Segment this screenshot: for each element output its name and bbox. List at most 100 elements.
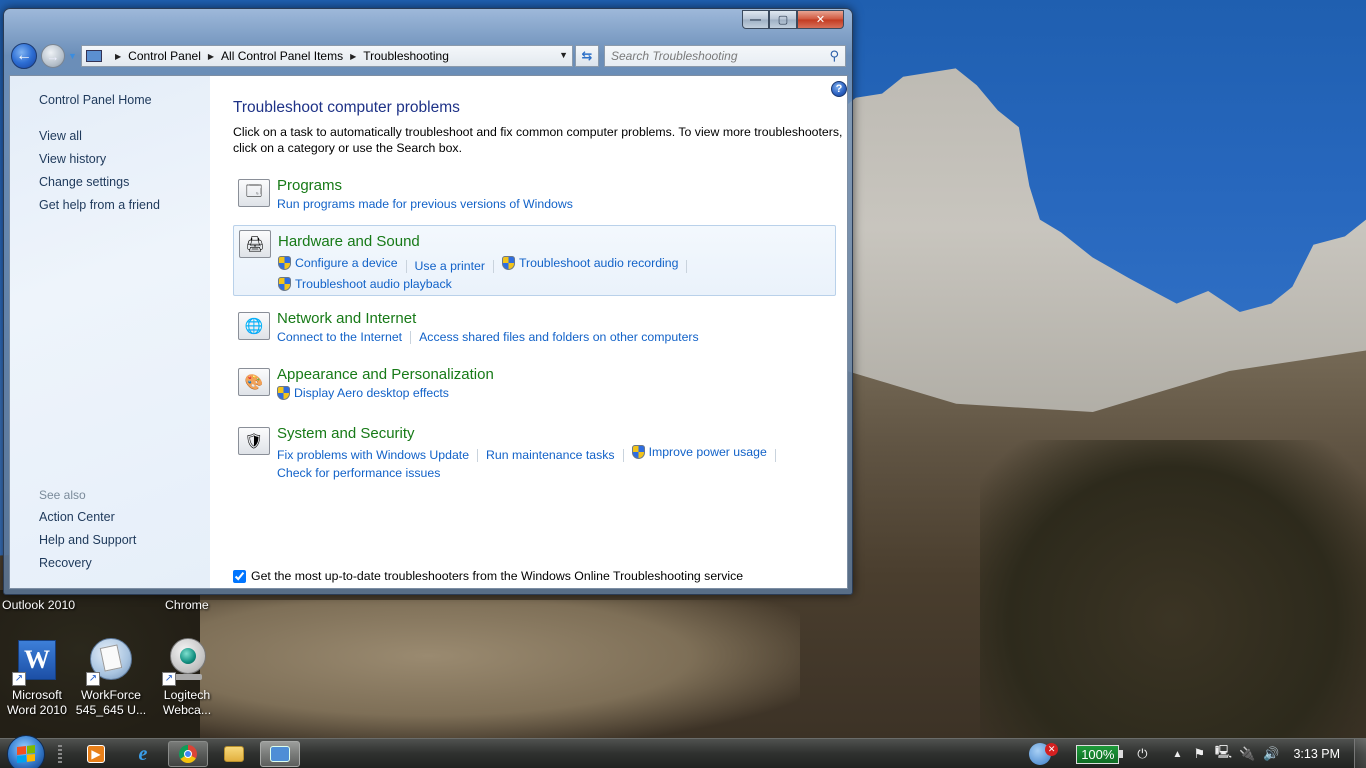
online-troubleshooting-option[interactable]: Get the most up-to-date troubleshooters … xyxy=(233,569,743,583)
search-icon[interactable]: ⚲ xyxy=(829,48,839,64)
task-separator xyxy=(477,449,479,463)
internet-explorer-icon: e xyxy=(138,742,148,765)
error-badge-icon: ✕ xyxy=(1045,743,1059,756)
back-button[interactable]: ← xyxy=(11,43,37,69)
help-button[interactable]: ? xyxy=(831,81,847,97)
chrome-icon xyxy=(179,745,197,763)
wallpaper-meadow xyxy=(180,600,800,738)
taskbar-grip[interactable] xyxy=(58,745,62,763)
control-panel-icon xyxy=(86,50,102,62)
action-center-flag-icon[interactable]: ⚑ xyxy=(1187,746,1211,762)
back-arrow-icon: ← xyxy=(16,47,32,64)
category-title-programs[interactable]: Programs xyxy=(277,177,342,194)
sidebar-link-view-history[interactable]: View history xyxy=(39,152,106,166)
power-status-icon[interactable]: 🔌 xyxy=(1235,746,1259,762)
show-desktop-button[interactable] xyxy=(1354,739,1366,768)
uac-shield-icon xyxy=(631,445,645,459)
taskbar-chrome[interactable] xyxy=(168,741,208,767)
breadcrumb-separator-icon[interactable]: ▶ xyxy=(115,52,121,61)
window-content: Control Panel Home View all View history… xyxy=(9,75,848,589)
workforce-icon: ↗ xyxy=(86,638,134,686)
sidebar-link-help-and-support[interactable]: Help and Support xyxy=(39,533,136,547)
category-hardware-and-sound: 🖨 Hardware and Sound Configure a device U… xyxy=(233,225,836,296)
breadcrumb-control-panel[interactable]: Control Panel xyxy=(128,49,201,63)
minimize-button[interactable]: — xyxy=(742,10,769,29)
sidebar-link-get-help-from-a-friend[interactable]: Get help from a friend xyxy=(39,198,160,212)
network-internet-icon[interactable]: 🌐 xyxy=(238,312,270,340)
search-box[interactable]: ⚲ xyxy=(604,45,846,67)
desktop-icon-logitech[interactable]: ↗ Logitech Webca... xyxy=(149,638,225,718)
task-link-connect-to-the-internet[interactable]: Connect to the Internet xyxy=(277,328,402,346)
media-player-icon: ▶ xyxy=(87,745,105,763)
category-title-system-and-security[interactable]: System and Security xyxy=(277,425,415,442)
sidebar-link-action-center[interactable]: Action Center xyxy=(39,510,115,524)
address-bar[interactable]: ▶ Control Panel ▶ All Control Panel Item… xyxy=(81,45,573,67)
breadcrumb-separator-icon[interactable]: ▶ xyxy=(350,52,356,61)
refresh-button[interactable]: ⇆ xyxy=(575,45,599,67)
maximize-button[interactable]: ▢ xyxy=(769,10,797,29)
desktop-icon-workforce[interactable]: ↗ WorkForce 545_645 U... xyxy=(73,638,149,718)
sidebar-link-change-settings[interactable]: Change settings xyxy=(39,175,129,189)
address-history-dropdown-icon[interactable]: ▼ xyxy=(559,50,568,60)
task-link-run-maintenance-tasks[interactable]: Run maintenance tasks xyxy=(486,446,615,464)
uac-shield-icon xyxy=(278,277,291,291)
desktop-icon-word[interactable]: W ↗ Microsoft Word 2010 xyxy=(0,638,75,718)
online-troubleshooting-checkbox[interactable] xyxy=(233,569,246,583)
task-link-troubleshoot-audio-recording[interactable]: Troubleshoot audio recording xyxy=(501,254,678,272)
navigation-pane: Control Panel Home View all View history… xyxy=(10,76,210,588)
breadcrumb-all-control-panel-items[interactable]: All Control Panel Items xyxy=(221,49,343,63)
search-input[interactable] xyxy=(611,49,821,63)
task-link-access-shared-files[interactable]: Access shared files and folders on other… xyxy=(419,328,699,346)
desktop-icon-caption: Microsoft Word 2010 xyxy=(7,688,67,717)
tray-network-tools[interactable]: ✕ xyxy=(1022,743,1059,765)
task-link-use-a-printer[interactable]: Use a printer xyxy=(415,257,485,275)
notification-area: ✕ 100% ⏻ ▲ ⚑ 🖳 🔌 🔊 3:13 PM xyxy=(1022,739,1366,768)
clock[interactable]: 3:13 PM xyxy=(1293,747,1340,761)
taskbar-internet-explorer[interactable]: e xyxy=(123,741,163,767)
category-title-appearance-and-personalization[interactable]: Appearance and Personalization xyxy=(277,366,494,383)
forward-button[interactable]: → xyxy=(41,44,65,68)
uac-shield-icon xyxy=(501,256,515,270)
close-button[interactable]: ✕ xyxy=(797,10,844,29)
battery-indicator[interactable]: 100% xyxy=(1076,744,1120,764)
task-link-fix-windows-update[interactable]: Fix problems with Windows Update xyxy=(277,446,469,464)
task-link-check-performance-issues[interactable]: Check for performance issues xyxy=(277,464,440,482)
category-title-network-and-internet[interactable]: Network and Internet xyxy=(277,310,416,327)
breadcrumb-troubleshooting[interactable]: Troubleshooting xyxy=(363,49,449,63)
taskbar-windows-explorer[interactable] xyxy=(214,741,254,767)
start-button[interactable] xyxy=(7,735,45,768)
system-security-icon[interactable]: 🛡 xyxy=(238,427,270,455)
volume-icon[interactable]: 🔊 xyxy=(1259,746,1283,762)
desktop-icon-caption: Logitech Webca... xyxy=(162,688,212,717)
appearance-personalization-icon[interactable]: 🎨 xyxy=(238,368,270,396)
shortcut-arrow-icon: ↗ xyxy=(12,672,26,686)
task-link-configure-a-device[interactable]: Configure a device xyxy=(278,254,398,272)
task-link-run-older-programs[interactable]: Run programs made for previous versions … xyxy=(277,195,573,213)
forward-arrow-icon: → xyxy=(46,48,60,64)
taskbar-control-panel[interactable] xyxy=(260,741,300,767)
task-separator xyxy=(410,331,412,345)
taskbar-windows-media-player[interactable]: ▶ xyxy=(76,741,116,767)
breadcrumb-separator-icon[interactable]: ▶ xyxy=(208,52,214,61)
recent-pages-dropdown[interactable]: ▼ xyxy=(68,51,77,61)
sidebar-link-view-all[interactable]: View all xyxy=(39,129,82,143)
hardware-sound-icon[interactable]: 🖨 xyxy=(239,230,271,258)
task-link-improve-power-usage[interactable]: Improve power usage xyxy=(631,443,767,461)
task-separator xyxy=(622,449,624,463)
power-plug-icon[interactable]: ⏻ xyxy=(1131,746,1153,762)
sidebar-link-control-panel-home[interactable]: Control Panel Home xyxy=(39,93,152,107)
desktop-label-chrome[interactable]: Chrome xyxy=(165,598,209,612)
category-title-hardware-and-sound[interactable]: Hardware and Sound xyxy=(278,233,420,250)
desktop-label-outlook[interactable]: Outlook 2010 xyxy=(2,598,75,612)
task-list: Configure a device Use a printer Troublesh… xyxy=(278,254,838,296)
sidebar-link-recovery[interactable]: Recovery xyxy=(39,556,92,570)
task-link-troubleshoot-audio-playback[interactable]: Troubleshoot audio playback xyxy=(278,275,452,293)
programs-icon[interactable]: 🗔 xyxy=(238,179,270,207)
task-list: Run programs made for previous versions … xyxy=(277,195,837,213)
task-link-display-aero-desktop-effects[interactable]: Display Aero desktop effects xyxy=(277,384,449,402)
network-status-icon[interactable]: 🖳 xyxy=(1211,743,1235,765)
main-pane: ? Troubleshoot computer problems Click o… xyxy=(210,76,847,588)
show-hidden-icons-button[interactable]: ▲ xyxy=(1167,749,1187,760)
window-controls: — ▢ ✕ xyxy=(742,10,844,29)
task-separator xyxy=(405,260,407,274)
